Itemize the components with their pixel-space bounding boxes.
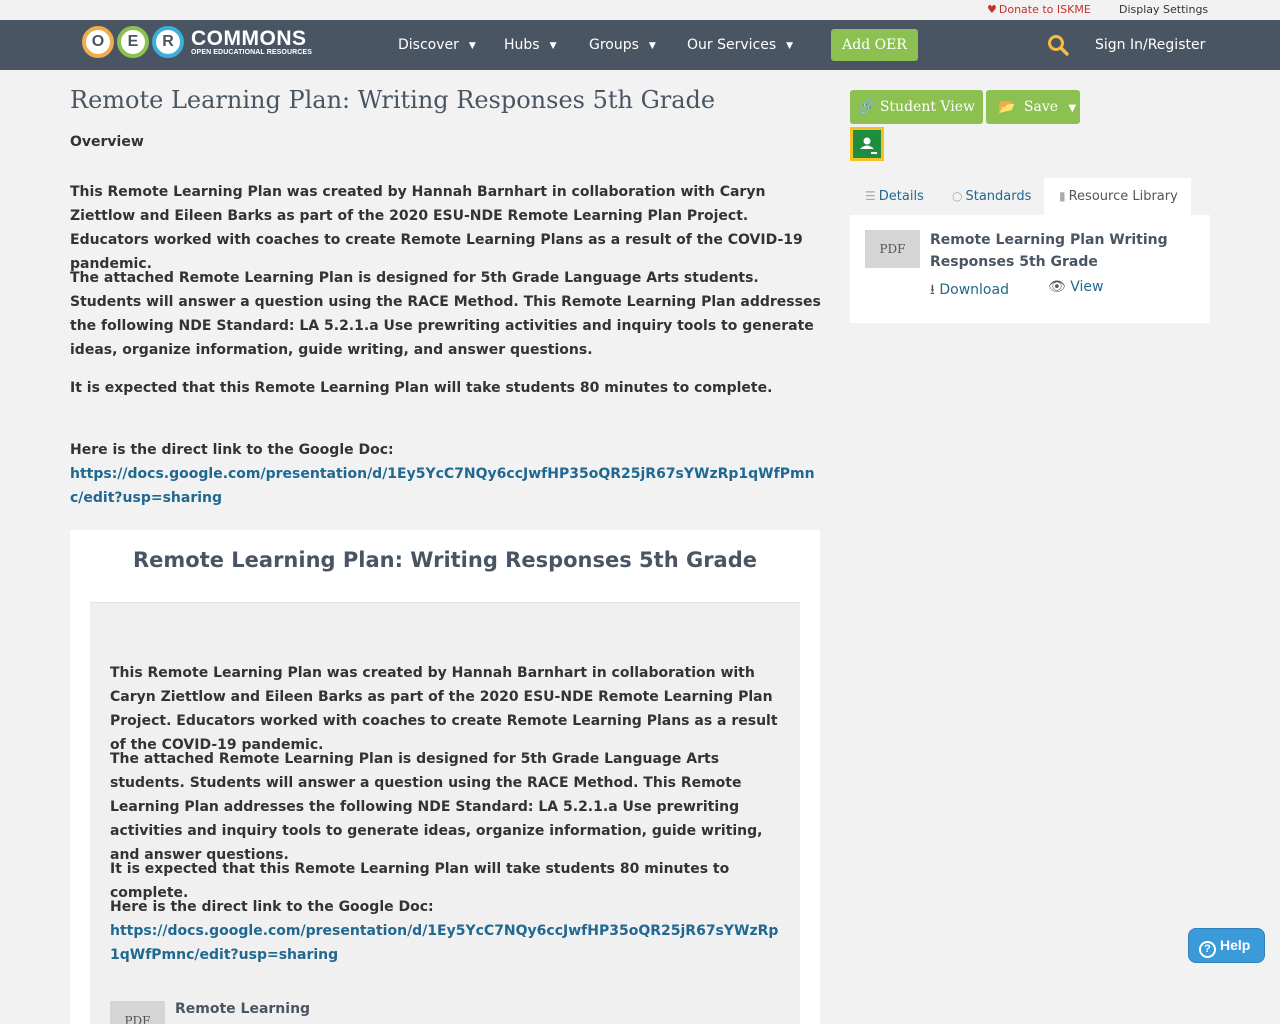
tab-standards[interactable]: ○ Standards [952,178,1031,215]
google-doc-link[interactable]: https://docs.google.com/presentation/d/1… [70,466,815,506]
logo-tagline: OPEN EDUCATIONAL RESOURCES [191,49,312,56]
logo-letter-r: R [152,26,184,58]
logo-letter-o: O [82,26,114,58]
pdf-thumbnail[interactable]: PDF [865,230,920,268]
help-button[interactable]: ? Help [1188,928,1265,963]
nav-groups[interactable]: Groups ▼ [589,20,656,70]
card-link-intro: Here is the direct link to the Google Do… [110,899,434,915]
description-paragraph: This Remote Learning Plan was created by… [70,184,803,272]
page-title: Remote Learning Plan: Writing Responses … [70,86,716,114]
search-icon[interactable] [1047,34,1069,56]
card-content: This Remote Learning Plan was created by… [90,602,800,1024]
folder-icon: 📂 [998,99,1016,115]
oer-commons-logo[interactable]: O E R COMMONS OPEN EDUCATIONAL RESOURCES [82,26,312,58]
tab-resource-library[interactable]: ▮ Resource Library [1044,178,1191,215]
card-link-paragraph: Here is the direct link to the Google Do… [110,895,782,967]
card-paragraph: This Remote Learning Plan was created by… [110,665,778,753]
link-icon: 🔗 [857,99,876,115]
question-icon: ? [1199,941,1216,958]
overview-heading: Overview [70,134,144,150]
download-link[interactable]: ⭳ Download [930,279,1009,303]
list-icon: ☰ [865,189,876,203]
chevron-down-icon: ▼ [648,41,656,51]
student-view-button[interactable]: 🔗 Student View [850,90,983,124]
google-classroom-button[interactable] [850,127,884,161]
view-link[interactable]: 👁 View [1048,279,1103,295]
link-intro: Here is the direct link to the Google Do… [70,442,394,458]
add-oer-button[interactable]: Add OER [831,29,918,61]
resource-title[interactable]: Remote Learning Plan Writing Responses 5… [930,229,1190,273]
resource-library-panel: PDF Remote Learning Plan Writing Respons… [850,215,1210,323]
nav-hubs[interactable]: Hubs ▼ [504,20,557,70]
card-paragraph: The attached Remote Learning Plan is des… [110,751,763,863]
caret-down-icon: ▼ [1068,103,1077,114]
description-paragraph: The attached Remote Learning Plan is des… [70,270,821,358]
card-google-doc-link[interactable]: https://docs.google.com/presentation/d/1… [110,923,778,963]
nav-our-services[interactable]: Our Services ▼ [687,20,793,70]
chevron-down-icon: ▼ [549,41,557,51]
display-settings-link[interactable]: Display Settings [1119,3,1208,16]
resource-tabs: ☰ Details ○ Standards ▮ Resource Library [850,178,1210,215]
sign-in-register-link[interactable]: Sign In/Register [1095,20,1205,70]
google-classroom-icon [853,130,881,158]
logo-wordmark: COMMONS OPEN EDUCATIONAL RESOURCES [191,28,312,56]
link-paragraph: Here is the direct link to the Google Do… [70,438,822,510]
eye-icon: 👁 [1048,279,1066,295]
pdf-thumbnail[interactable]: PDF [110,1001,165,1024]
main-navbar: O E R COMMONS OPEN EDUCATIONAL RESOURCES… [0,20,1280,70]
logo-letter-e: E [117,26,149,58]
logo-name: COMMONS [191,27,307,50]
nav-discover[interactable]: Discover ▼ [398,20,476,70]
utility-bar: ♥ Donate to ISKME Display Settings [0,0,1280,20]
heart-icon: ♥ [987,3,997,16]
circle-icon: ○ [952,189,963,203]
resource-preview-card: Remote Learning Plan: Writing Responses … [70,530,820,1024]
description-paragraph: It is expected that this Remote Learning… [70,380,773,396]
card-title: Remote Learning Plan: Writing Responses … [132,548,758,572]
pdf-title[interactable]: Remote Learning [175,1001,310,1017]
chevron-down-icon: ▼ [786,41,794,51]
tab-details[interactable]: ☰ Details [865,178,924,215]
chevron-down-icon: ▼ [468,41,476,51]
donate-link[interactable]: ♥ Donate to ISKME [987,3,1091,16]
download-icon: ⭳ [930,282,935,298]
book-icon: ▮ [1059,189,1066,203]
save-button[interactable]: 📂 Save ▼ [986,90,1080,124]
